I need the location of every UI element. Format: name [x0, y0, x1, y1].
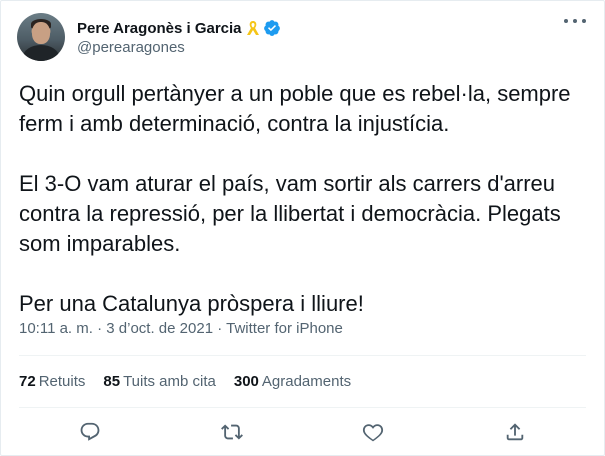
tweet-time[interactable]: 10:11 a. m.: [19, 320, 93, 337]
tweet-stats: 72 Retuits 85 Tuits amb cita 300 Agradament…: [19, 373, 351, 390]
verified-badge-icon: [263, 19, 281, 37]
retweets-count: 72: [19, 373, 36, 390]
tweet-meta: 10:11 a. m. · 3 d’oct. de 2021 · Twitter…: [19, 320, 343, 337]
quotes-stat[interactable]: 85 Tuits amb cita: [103, 373, 216, 390]
tweet-paragraph: Per una Catalunya pròspera i lliure!: [19, 291, 364, 316]
tweet-text: Quin orgull pertànyer a un poble que es …: [19, 79, 594, 319]
dot: [582, 19, 586, 23]
tweet-actions: [19, 419, 586, 445]
more-options-icon[interactable]: [564, 19, 586, 29]
retweets-label: Retuits: [38, 373, 86, 390]
divider: [19, 407, 586, 408]
tweet-date[interactable]: 3 d’oct. de 2021: [106, 320, 213, 337]
tweet-source[interactable]: Twitter for iPhone: [226, 320, 343, 337]
tweet-paragraph: El 3-O vam aturar el país, vam sortir al…: [19, 171, 561, 256]
user-names: Pere Aragonès i Garcia @perearagones: [77, 18, 281, 56]
tweet-card: Pere Aragonès i Garcia @perearagones Qui…: [0, 0, 605, 456]
dot: [564, 19, 568, 23]
quotes-count: 85: [103, 373, 121, 390]
tweet-paragraph: Quin orgull pertànyer a un poble que es …: [19, 81, 571, 136]
meta-separator: ·: [97, 320, 107, 337]
display-name[interactable]: Pere Aragonès i Garcia: [77, 20, 242, 37]
tweet-header: Pere Aragonès i Garcia @perearagones: [17, 13, 281, 61]
yellow-ribbon-icon: [246, 19, 260, 37]
avatar[interactable]: [17, 13, 65, 61]
name-row: Pere Aragonès i Garcia: [77, 18, 281, 38]
divider: [19, 355, 586, 356]
meta-separator: ·: [217, 320, 227, 337]
share-icon[interactable]: [502, 419, 528, 445]
like-icon[interactable]: [360, 419, 386, 445]
likes-label: Agradaments: [261, 373, 352, 390]
avatar-head: [32, 22, 50, 44]
quotes-label: Tuits amb cita: [123, 373, 216, 390]
dot: [573, 19, 577, 23]
likes-count: 300: [233, 373, 259, 390]
likes-stat[interactable]: 300 Agradaments: [234, 373, 351, 390]
avatar-shoulders: [23, 45, 59, 61]
reply-icon[interactable]: [77, 419, 103, 445]
retweets-stat[interactable]: 72 Retuits: [19, 373, 85, 390]
user-handle[interactable]: @perearagones: [77, 39, 281, 56]
retweet-icon[interactable]: [219, 419, 245, 445]
